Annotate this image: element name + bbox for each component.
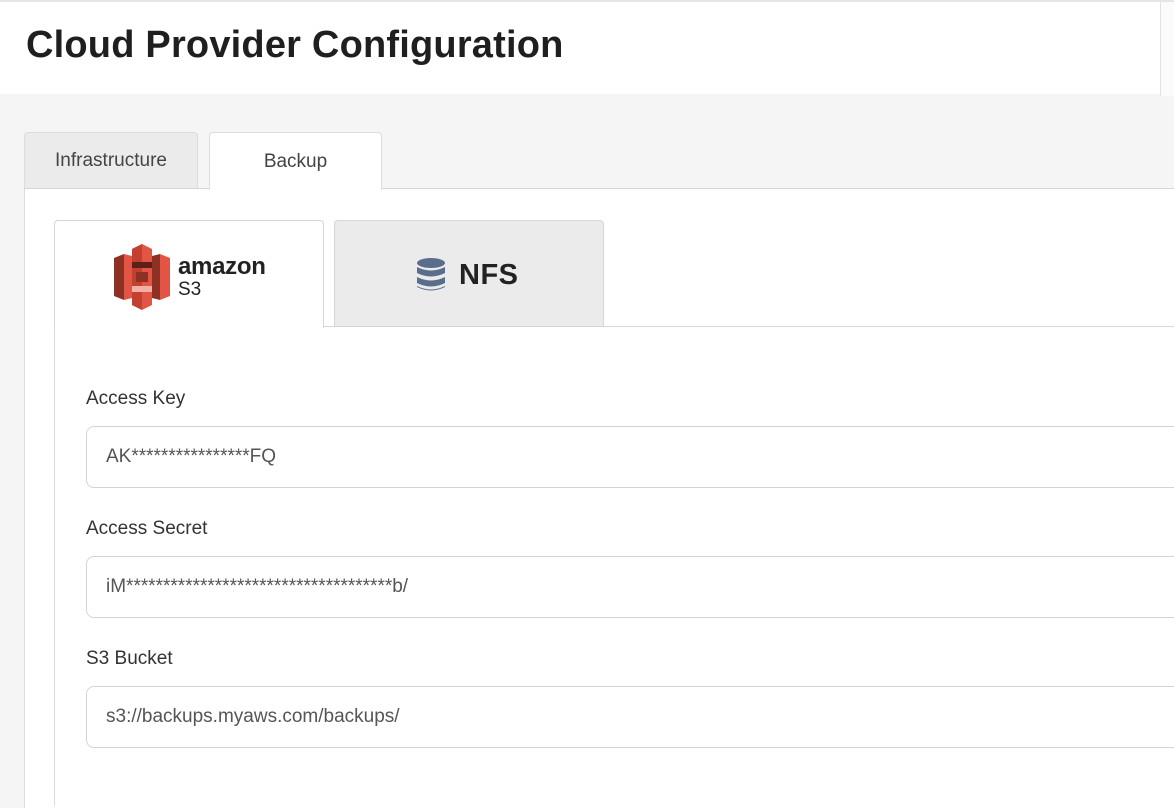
access-secret-input[interactable] — [86, 556, 1174, 618]
s3-bucket-label: S3 Bucket — [86, 648, 173, 669]
amazon-s3-logo — [114, 244, 170, 310]
amazon-wordmark: amazon — [178, 253, 266, 280]
access-key-label: Access Key — [86, 388, 186, 409]
tab-infrastructure[interactable]: Infrastructure — [24, 132, 198, 189]
nfs-label: NFS — [459, 259, 519, 291]
access-secret-label: Access Secret — [86, 518, 208, 539]
s3-wordmark: S3 — [178, 279, 202, 300]
provider-tab-s3[interactable]: amazon S3 — [54, 220, 324, 328]
tab-backup[interactable]: Backup — [209, 132, 382, 190]
database-icon — [417, 258, 445, 291]
s3-bucket-input[interactable] — [86, 686, 1174, 748]
provider-tab-nfs[interactable]: NFS — [334, 220, 604, 327]
access-key-input[interactable] — [86, 426, 1174, 488]
page-header: Cloud Provider Configuration — [0, 0, 1174, 96]
page-title: Cloud Provider Configuration — [26, 24, 564, 66]
tab-backup-label: Backup — [263, 150, 328, 172]
tab-infrastructure-label: Infrastructure — [55, 150, 167, 171]
header-scroll-edge — [1160, 2, 1174, 96]
